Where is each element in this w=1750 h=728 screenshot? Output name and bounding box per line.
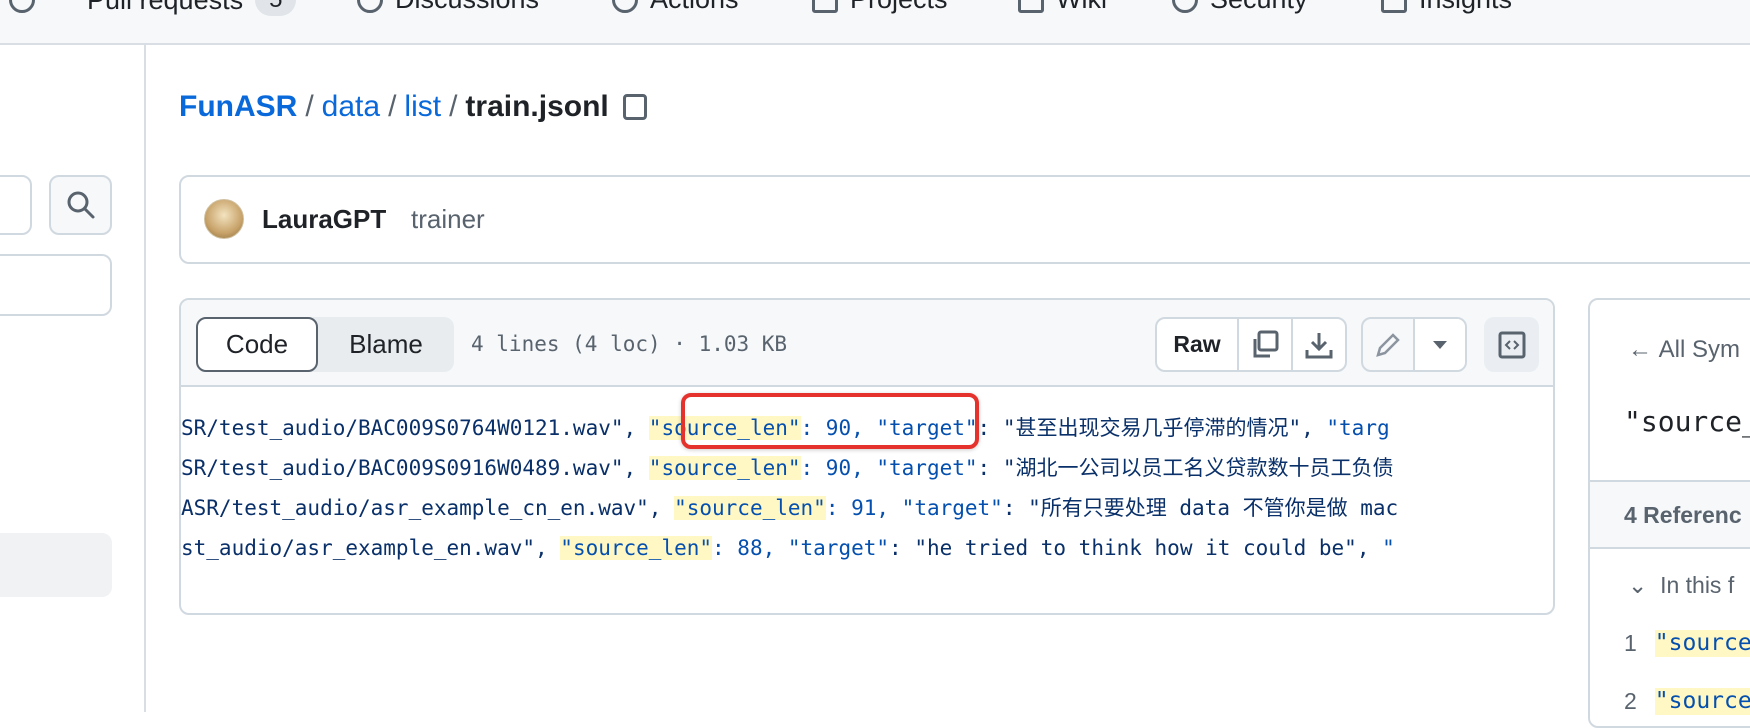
branch-select[interactable] [0,175,32,235]
breadcrumb-file: train.jsonl [465,90,609,123]
code-text: : 90, [800,456,877,480]
commit-author[interactable]: LauraGPT [262,204,386,235]
symbols-panel: ← All Sym "source_ 4 Referenc ⌄ In this … [1588,298,1750,728]
tab-pull-requests[interactable]: Pull requests5 [9,0,297,16]
code-text: "target" [901,496,1003,520]
tab-security[interactable]: Security [1172,0,1308,15]
tab-wiki[interactable]: Wiki [1018,0,1107,15]
code-text: "target" [787,536,890,560]
code-text: SR/test_audio/BAC009S0916W0489.wav", [181,456,649,480]
line-number: 1 [1624,630,1637,656]
in-this-file-toggle[interactable]: ⌄ In this f [1628,572,1734,599]
triangle-down-icon [1433,340,1447,349]
symbols-button-inner [1484,317,1539,372]
view-tabs: Code Blame [196,317,454,372]
reference-text: "source [1654,688,1750,715]
download-icon [1305,332,1333,358]
edit-button-group [1361,317,1467,372]
file-filter-input[interactable] [0,254,112,316]
edit-button[interactable] [1363,319,1415,370]
code-text: : "甚至出现交易几乎停滞的情况", [977,416,1327,440]
download-button[interactable] [1293,319,1345,370]
code-line: ASR/test_audio/asr_example_cn_en.wav", "… [181,488,1553,528]
file-info: 4 lines (4 loc) · 1.03 KB [471,332,788,356]
code-text: "target" [876,456,978,480]
breadcrumb-data[interactable]: data [322,90,380,124]
pencil-icon [1376,332,1400,357]
tab-code[interactable]: Code [196,317,318,372]
tab-projects[interactable]: Projects [812,0,948,15]
code-line: SR/test_audio/BAC009S0916W0489.wav", "so… [181,448,1553,488]
code-square-icon [1498,331,1525,358]
code-text: : "所有只要处理 data 不管你是做 mac [1002,496,1399,520]
copy-raw-button[interactable] [1239,319,1293,370]
code-text: "targ [1326,416,1390,440]
all-symbols-link[interactable]: ← All Sym [1628,336,1740,364]
projects-icon [812,0,838,13]
tab-actions[interactable]: Actions [612,0,739,15]
code-text: : 88, [712,536,788,560]
highlighted-key: "source_len" [674,496,826,520]
references-count: 4 Referenc [1624,502,1742,528]
symbol-name: "source_ [1624,405,1750,438]
arrow-left-icon: ← [1628,336,1659,363]
breadcrumb: FunASR / data / list / train.jsonl [179,90,647,124]
code-text: st_audio/asr_example_en.wav", [181,536,561,560]
raw-button-group: Raw [1155,317,1347,372]
file-header: Code Blame 4 lines (4 loc) · 1.03 KB Raw [181,300,1553,387]
edit-options-dropdown[interactable] [1415,319,1465,370]
file-viewer: Code Blame 4 lines (4 loc) · 1.03 KB Raw… [179,298,1555,615]
repo-nav: Pull requests5 Discussions Actions Proje… [0,0,1750,45]
count-badge: 5 [255,0,297,16]
code-text: : "he tried to think how it could be", [889,536,1383,560]
actions-icon [612,0,638,13]
avatar[interactable] [204,199,244,239]
reference-text: "source [1654,630,1750,657]
tab-insights[interactable]: Insights [1381,0,1512,15]
references-header: 4 Referenc [1590,480,1750,549]
code-text: : 91, [825,496,902,520]
annotation-highlight-box [681,393,979,449]
tab-discussions[interactable]: Discussions [357,0,539,15]
sidebar-divider [144,45,146,712]
reference-item[interactable]: 2 "source [1624,688,1750,715]
code-line: st_audio/asr_example_en.wav", "source_le… [181,528,1553,568]
search-button[interactable] [49,175,112,235]
code-text: " [1382,536,1395,560]
breadcrumb-list[interactable]: list [404,90,441,124]
highlighted-key: "source_len" [648,456,801,480]
search-icon [67,191,94,219]
discussions-icon [357,0,383,13]
symbols-panel-button[interactable] [1484,317,1539,372]
breadcrumb-repo[interactable]: FunASR [179,90,297,124]
raw-button[interactable]: Raw [1157,319,1239,370]
sidebar-selected-file[interactable] [0,533,112,597]
copy-path-icon[interactable] [622,94,647,120]
commit-message[interactable]: trainer [411,204,485,235]
pull-request-icon [9,0,35,13]
line-number: 2 [1624,688,1637,714]
chevron-down-icon: ⌄ [1628,572,1661,598]
shield-icon [1172,0,1198,13]
tab-blame[interactable]: Blame [318,317,454,372]
code-text: ASR/test_audio/asr_example_cn_en.wav", [181,496,675,520]
book-icon [1018,0,1044,13]
graph-icon [1381,0,1407,13]
reference-item[interactable]: 1 "source [1624,630,1750,657]
code-text: SR/test_audio/BAC009S0764W0121.wav", [181,416,649,440]
code-text: : "湖北一公司以员工名义贷款数十员工负债 [977,456,1394,480]
highlighted-key: "source_len" [560,536,713,560]
copy-icon [1253,330,1279,357]
